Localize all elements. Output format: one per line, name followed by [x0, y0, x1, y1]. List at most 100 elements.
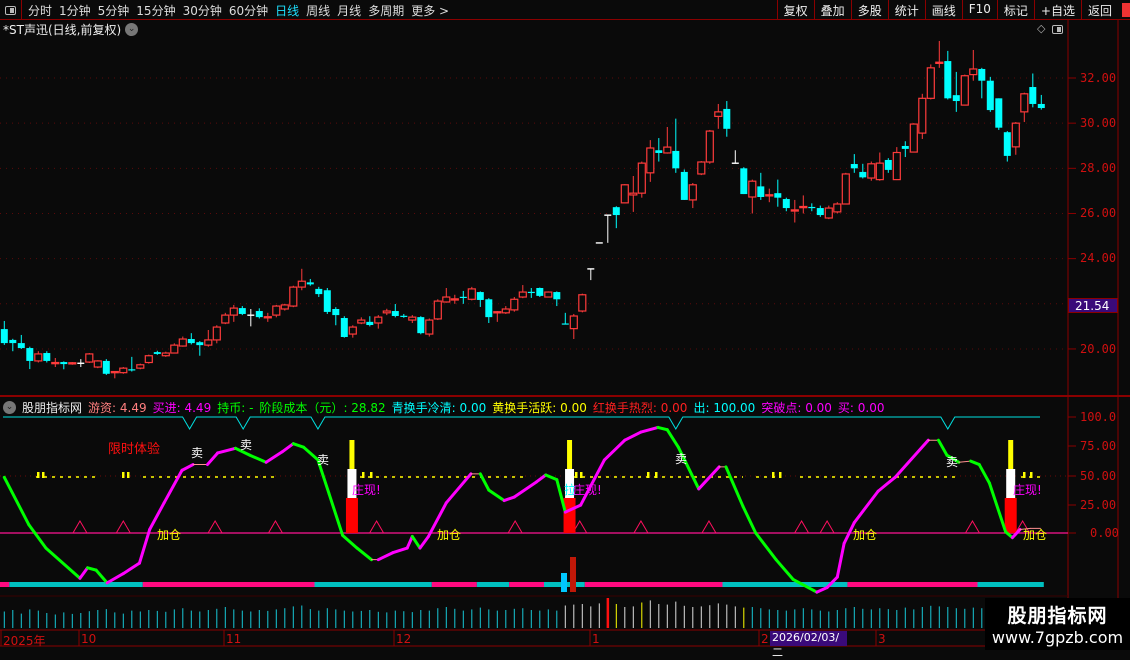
add-position-label: 加仓	[1023, 528, 1048, 542]
sell-label: 卖	[240, 438, 253, 452]
volume-bar	[955, 608, 957, 628]
trend-band-segment	[142, 582, 315, 587]
volume-bar	[530, 610, 532, 628]
volume-bar	[445, 607, 447, 628]
date-axis-label: 12	[396, 632, 412, 646]
add-position-label: 加仓	[437, 528, 462, 542]
volume-bar	[573, 604, 575, 628]
candle-down	[561, 323, 569, 325]
volume-bar	[46, 613, 48, 628]
chevron-down-icon[interactable]: ⌄	[3, 401, 16, 414]
candle-up	[374, 316, 383, 324]
trend-band-segment	[431, 582, 477, 587]
candle-up	[544, 291, 553, 298]
volume-bar	[590, 606, 592, 628]
yellow-marker	[580, 472, 583, 478]
candle-down	[340, 318, 348, 337]
field-label: 阶段成本（元）	[259, 401, 351, 415]
oscillator-segment	[280, 442, 295, 454]
sell-top-marker-line	[3, 416, 1040, 430]
volume-bar	[343, 610, 345, 628]
volume-bar	[199, 611, 201, 628]
volume-bar	[428, 610, 430, 628]
oscillator-segment	[2, 475, 31, 527]
sell-label: 卖	[675, 452, 688, 466]
candle-up	[272, 305, 281, 316]
volume-bar	[964, 608, 966, 628]
oscillator-segment	[162, 468, 184, 505]
volume-bar	[394, 610, 396, 628]
candle-up	[34, 353, 43, 362]
candle-down	[536, 287, 544, 296]
volume-bar	[360, 610, 362, 628]
volume-bar	[794, 609, 796, 628]
triangle-marker	[72, 520, 88, 534]
volume-bar	[403, 611, 405, 628]
candle-up	[748, 180, 757, 198]
candle-down	[238, 308, 246, 314]
volume-bar	[139, 611, 141, 628]
candle-up	[110, 370, 119, 374]
volume-bar	[122, 613, 124, 628]
volume-bar	[641, 602, 643, 628]
volume-bar	[947, 607, 949, 628]
volume-bar	[301, 605, 303, 628]
date-axis-label: 3	[878, 632, 886, 646]
candle-down	[723, 108, 731, 129]
oscillator-segment	[852, 489, 880, 525]
candle-up	[425, 319, 434, 335]
indicator-field: 游资4.49	[88, 399, 147, 416]
field-value: 0.00	[857, 401, 885, 415]
add-position-label: 加仓	[157, 528, 182, 542]
candle-up	[119, 367, 128, 374]
volume-bar	[649, 600, 651, 628]
candle-down	[850, 164, 858, 169]
candle-up	[960, 75, 969, 106]
volume-bar	[921, 607, 923, 628]
triangle-marker	[369, 520, 385, 534]
volume-bar	[292, 606, 294, 628]
candle-up	[518, 291, 527, 298]
candle-down	[774, 193, 782, 198]
oscillator-segment	[741, 504, 758, 535]
volume-bar	[173, 609, 175, 628]
candle-up	[382, 310, 391, 314]
volume-bar	[811, 609, 813, 628]
volume-bar	[862, 608, 864, 628]
kline-chart[interactable]	[0, 0, 1130, 650]
oscillator-segment	[341, 533, 359, 550]
volume-bar	[131, 610, 133, 628]
volume-bar	[896, 610, 898, 628]
field-label: 黄换手活跃	[492, 401, 560, 415]
volume-bar	[522, 608, 524, 628]
candle-down	[187, 339, 195, 344]
candle-up	[204, 339, 213, 346]
oscillator-segment	[534, 473, 548, 484]
price-axis-label: 26.00	[1080, 206, 1117, 220]
candle-down	[400, 315, 408, 317]
candle-up	[51, 361, 60, 365]
yellow-marker	[779, 472, 782, 478]
volume-bar	[606, 598, 610, 628]
field-label: 出	[693, 401, 713, 415]
volume-bar	[377, 611, 379, 628]
oscillator-segment	[893, 438, 930, 479]
volume-signal-bar	[561, 573, 567, 592]
candle-up	[136, 364, 145, 369]
candle-down	[306, 282, 314, 285]
triangle-marker	[633, 520, 649, 534]
candle-doji	[77, 362, 85, 364]
signal-bar-yellow	[349, 440, 355, 470]
candle-up	[212, 326, 221, 341]
volume-signal-bar	[570, 557, 576, 592]
volume-bar	[845, 608, 847, 628]
volume-bar	[437, 608, 439, 628]
candle-up	[799, 205, 808, 209]
oscillator-segment	[487, 488, 506, 503]
indicator-name[interactable]: 股朋指标网	[22, 399, 82, 416]
field-value: 4.49	[184, 401, 212, 415]
yellow-marker	[1030, 472, 1033, 478]
field-label: 游资	[88, 401, 120, 415]
trend-band-segment	[509, 582, 544, 587]
candle-down	[612, 207, 620, 216]
